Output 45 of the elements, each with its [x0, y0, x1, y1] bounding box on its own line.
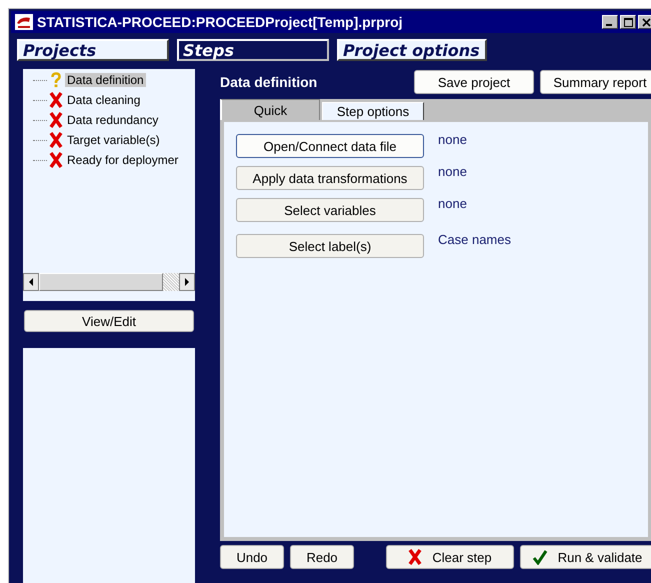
action-value: none — [438, 132, 467, 147]
step-title: Data definition — [220, 74, 318, 90]
action-button[interactable]: Select variables — [236, 198, 424, 222]
step-item[interactable]: Ready for deploymer — [65, 153, 180, 167]
cross-icon — [408, 549, 422, 565]
close-button[interactable] — [638, 15, 651, 29]
cross-icon — [49, 132, 63, 148]
step-item[interactable]: Data definition — [65, 73, 146, 87]
question-mark-icon — [49, 72, 63, 88]
action-button[interactable]: Open/Connect data file — [236, 134, 424, 158]
minimize-button[interactable] — [602, 15, 618, 29]
cross-icon — [49, 112, 63, 128]
app-icon — [15, 14, 33, 30]
maximize-icon — [624, 18, 632, 26]
right-arrow-icon — [184, 278, 190, 286]
left-arrow-icon — [28, 278, 34, 286]
action-value: Case names — [438, 232, 511, 247]
action-button[interactable]: Apply data transformations — [236, 166, 424, 190]
horizontal-scrollbar[interactable] — [23, 273, 195, 291]
header-button[interactable]: Save project — [414, 70, 534, 94]
step-item[interactable]: Data cleaning — [65, 93, 142, 107]
menu-tab[interactable]: Steps — [177, 39, 329, 61]
scrollbar-track[interactable] — [163, 273, 179, 291]
checkmark-icon — [532, 549, 548, 565]
window-title: STATISTICA-PROCEED:PROCEEDProject[Temp].prproj — [37, 14, 404, 30]
tab[interactable]: Quick — [220, 99, 320, 120]
view-edit-button[interactable]: View/Edit — [24, 310, 194, 332]
footer-button[interactable]: Clear step — [386, 545, 514, 569]
close-icon — [642, 18, 650, 26]
action-value: none — [438, 164, 467, 179]
step-item[interactable]: Target variable(s) — [65, 133, 162, 147]
cross-icon — [49, 92, 63, 108]
menu-tab[interactable]: Projects — [17, 39, 169, 61]
tab[interactable]: Step options — [322, 102, 424, 120]
footer-button[interactable]: Undo — [220, 545, 284, 569]
action-value: none — [438, 196, 467, 211]
footer-button[interactable]: Run & validate — [520, 545, 651, 569]
footer-button[interactable]: Redo — [290, 545, 354, 569]
scrollbar-thumb[interactable] — [39, 273, 163, 291]
cross-icon — [49, 152, 63, 168]
step-item[interactable]: Data redundancy — [65, 113, 160, 127]
action-button[interactable]: Select label(s) — [236, 234, 424, 258]
maximize-button[interactable] — [620, 15, 636, 29]
menu-tab[interactable]: Project options — [337, 39, 487, 61]
header-button[interactable]: Summary report — [540, 70, 651, 94]
